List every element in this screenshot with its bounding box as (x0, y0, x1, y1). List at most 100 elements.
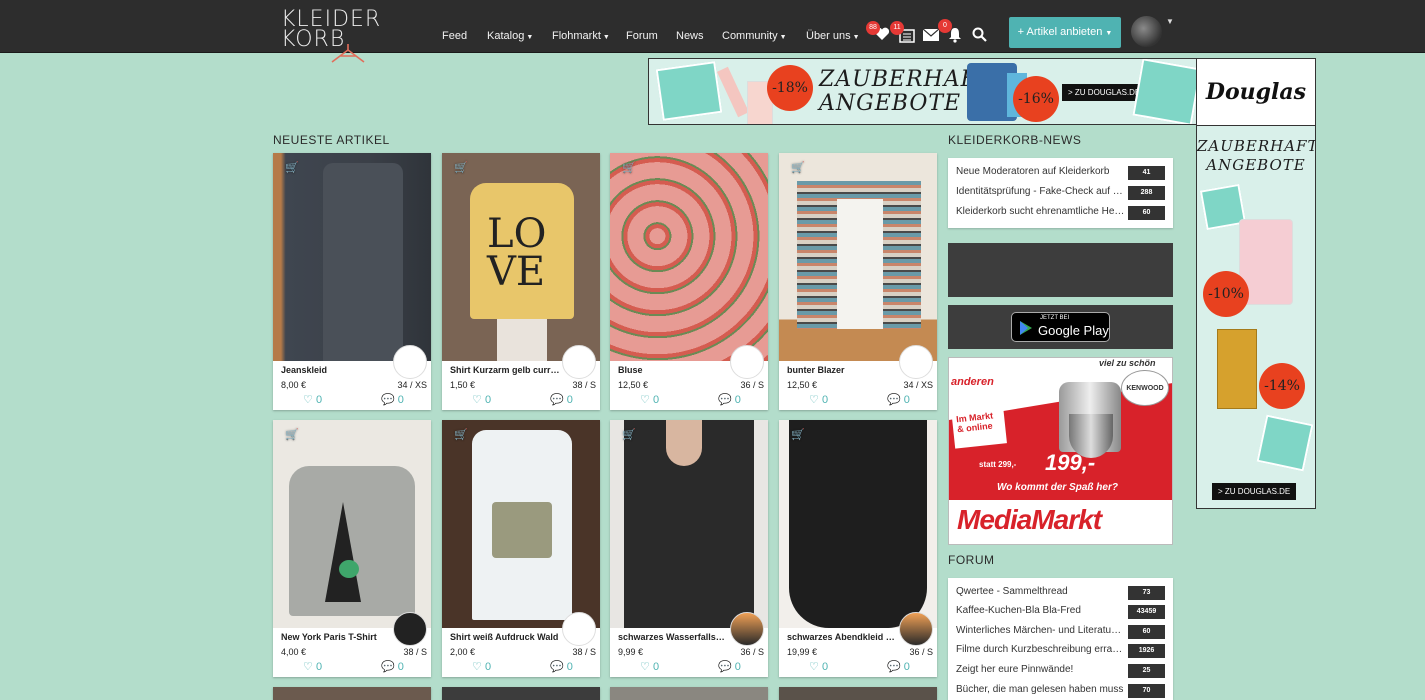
news-item-title[interactable]: Kleiderkorb sucht ehrenamtliche Helfer (956, 206, 1126, 217)
eiffel-tower-print (325, 502, 361, 602)
product-card[interactable]: 🛒 schwarzes Abendkleid kurz 19,99 € 36 /… (779, 420, 937, 677)
nav-news[interactable]: News (676, 30, 704, 42)
like-button[interactable]: ♡ 0 (640, 660, 659, 673)
comment-button[interactable]: 💬 0 (381, 660, 404, 673)
product-image[interactable]: 🛒 (779, 153, 937, 361)
product-card[interactable]: 🛒 Bluse 12,50 € 36 / S ♡ 0 💬 0 (610, 153, 768, 410)
comment-icon: 💬 (550, 661, 564, 673)
shopping-cart-icon[interactable]: 🛒 (791, 428, 805, 441)
like-button[interactable]: ♡ 0 (640, 393, 659, 406)
shopping-cart-icon[interactable]: 🛒 (622, 161, 636, 174)
envelope-icon[interactable] (923, 29, 939, 41)
comment-button[interactable]: 💬 0 (550, 393, 573, 406)
chevron-down-icon[interactable]: ▼ (1166, 17, 1174, 26)
comment-button[interactable]: 💬 0 (887, 660, 910, 673)
forum-item-title[interactable]: Winterliches Märchen- und Literaturrätse… (956, 625, 1124, 636)
douglas-banner-ad[interactable]: -18% ZAUBERHAFTE ANGEBOTE -16% > ZU DOUG… (648, 58, 1197, 125)
product-image[interactable]: 🛒 (610, 420, 768, 628)
like-button[interactable]: ♡ 0 (303, 393, 322, 406)
comment-count: 0 (566, 394, 573, 406)
comment-button[interactable]: 💬 0 (718, 393, 741, 406)
product-card[interactable]: 🛒 bunter Blazer 12,50 € 34 / XS ♡ 0 💬 0 (779, 153, 937, 410)
nav-ueber-uns[interactable]: Über uns ▼ (806, 30, 860, 42)
product-image[interactable]: 🛒 (273, 420, 431, 628)
douglas-cta-button[interactable]: > ZU DOUGLAS.DE (1212, 483, 1297, 500)
like-count: 0 (484, 394, 492, 406)
seller-avatar[interactable] (562, 612, 596, 646)
comment-button[interactable]: 💬 0 (550, 660, 573, 673)
product-image[interactable]: 🛒 (779, 420, 937, 628)
product-card[interactable]: 🛒 Jeanskleid 8,00 € 34 / XS ♡ 0 💬 0 (273, 153, 431, 410)
seller-avatar[interactable] (393, 345, 427, 379)
product-title[interactable]: bunter Blazer (787, 365, 897, 375)
like-button[interactable]: ♡ 0 (472, 393, 491, 406)
seller-avatar[interactable] (899, 345, 933, 379)
product-title[interactable]: Bluse (618, 365, 728, 375)
news-item-title[interactable]: Identitätsprüfung - Fake-Check auf Kleid… (956, 186, 1126, 197)
product-image[interactable]: 🛒 (610, 153, 768, 361)
product-card[interactable]: 🛒 schwarzes Wasserfallshirt 9,99 € 36 / … (610, 420, 768, 677)
product-image[interactable]: 🛒 (442, 420, 600, 628)
product-title[interactable]: New York Paris T-Shirt (281, 632, 391, 642)
product-image[interactable]: LO VE 🛒 (442, 153, 600, 361)
seller-avatar[interactable] (899, 612, 933, 646)
forum-item-title[interactable]: Zeigt her eure Pinnwände! (956, 664, 1124, 675)
seller-avatar[interactable] (730, 612, 764, 646)
product-card[interactable]: 🛒 Shirt weiß Aufdruck Wald 2,00 € 38 / S… (442, 420, 600, 677)
product-image[interactable]: 🛒 (273, 153, 431, 361)
offer-article-button[interactable]: + Artikel anbieten ▼ (1009, 17, 1121, 48)
nav-community[interactable]: Community ▼ (722, 30, 787, 42)
seller-avatar[interactable] (562, 345, 596, 379)
product-card[interactable] (273, 687, 431, 700)
google-play-button[interactable]: JETZT BEI Google Play (1011, 312, 1110, 342)
forum-item-title[interactable]: Qwertee - Sammelthread (956, 586, 1124, 597)
product-title[interactable]: Jeanskleid (281, 365, 391, 375)
forum-item-title[interactable]: Kaffee-Kuchen-Bla Bla-Fred (956, 605, 1124, 616)
like-button[interactable]: ♡ 0 (472, 660, 491, 673)
app-promo-placeholder (948, 243, 1173, 297)
product-title[interactable]: Shirt weiß Aufdruck Wald (450, 632, 560, 642)
nav-forum[interactable]: Forum (626, 30, 658, 42)
comment-count: 0 (903, 661, 910, 673)
nav-community-label: Community (722, 30, 778, 42)
product-card[interactable] (610, 687, 768, 700)
nav-flohmarkt[interactable]: Flohmarkt ▼ (552, 30, 610, 42)
like-button[interactable]: ♡ 0 (809, 660, 828, 673)
product-title[interactable]: schwarzes Abendkleid kurz (787, 632, 897, 642)
mediamarkt-ad[interactable]: viel zu schön anderen KENWOOD Im Markt &… (948, 357, 1173, 545)
product-size: 34 / XS (397, 380, 427, 390)
user-avatar[interactable] (1131, 16, 1162, 47)
douglas-cta-button[interactable]: > ZU DOUGLAS.DE (1062, 84, 1147, 101)
comment-button[interactable]: 💬 0 (381, 393, 404, 406)
product-card[interactable]: 🛒 New York Paris T-Shirt 4,00 € 38 / S ♡… (273, 420, 431, 677)
ad-headline-1: ZAUBERHAFTE (1197, 137, 1315, 155)
product-title[interactable]: Shirt Kurzarm gelb curry LOVE (450, 365, 560, 375)
douglas-logo: Douglas (1197, 59, 1315, 126)
product-card[interactable] (779, 687, 937, 700)
shopping-cart-icon[interactable]: 🛒 (791, 161, 805, 174)
chevron-down-icon: ▼ (852, 34, 860, 41)
seller-avatar[interactable] (730, 345, 764, 379)
search-icon[interactable] (972, 27, 987, 42)
nav-katalog[interactable]: Katalog ▼ (487, 30, 533, 42)
bell-icon[interactable] (948, 27, 962, 43)
shopping-cart-icon[interactable]: 🛒 (454, 428, 468, 441)
nav-feed[interactable]: Feed (442, 30, 467, 42)
product-card[interactable]: LOVE 🛒 Shirt Kurzarm gelb curry LOVE 1,5… (442, 153, 600, 410)
like-button[interactable]: ♡ 0 (809, 393, 828, 406)
shopping-cart-icon[interactable]: 🛒 (285, 161, 299, 174)
product-title[interactable]: schwarzes Wasserfallshirt (618, 632, 728, 642)
comment-button[interactable]: 💬 0 (887, 393, 910, 406)
ad-top-text: viel zu schön (1099, 358, 1156, 368)
seller-avatar[interactable] (393, 612, 427, 646)
comment-button[interactable]: 💬 0 (718, 660, 741, 673)
shopping-cart-icon[interactable]: 🛒 (622, 428, 636, 441)
douglas-skyscraper-ad[interactable]: Douglas ZAUBERHAFTE ANGEBOTE -10% -14% >… (1196, 58, 1316, 509)
product-card[interactable] (442, 687, 600, 700)
shopping-cart-icon[interactable]: 🛒 (454, 161, 468, 174)
like-button[interactable]: ♡ 0 (303, 660, 322, 673)
forum-item-title[interactable]: Filme durch Kurzbeschreibung erraten (956, 644, 1124, 655)
shopping-cart-icon[interactable]: 🛒 (285, 428, 299, 441)
forum-item-title[interactable]: Bücher, die man gelesen haben muss (956, 684, 1124, 695)
news-item-title[interactable]: Neue Moderatoren auf Kleiderkorb (956, 166, 1126, 177)
